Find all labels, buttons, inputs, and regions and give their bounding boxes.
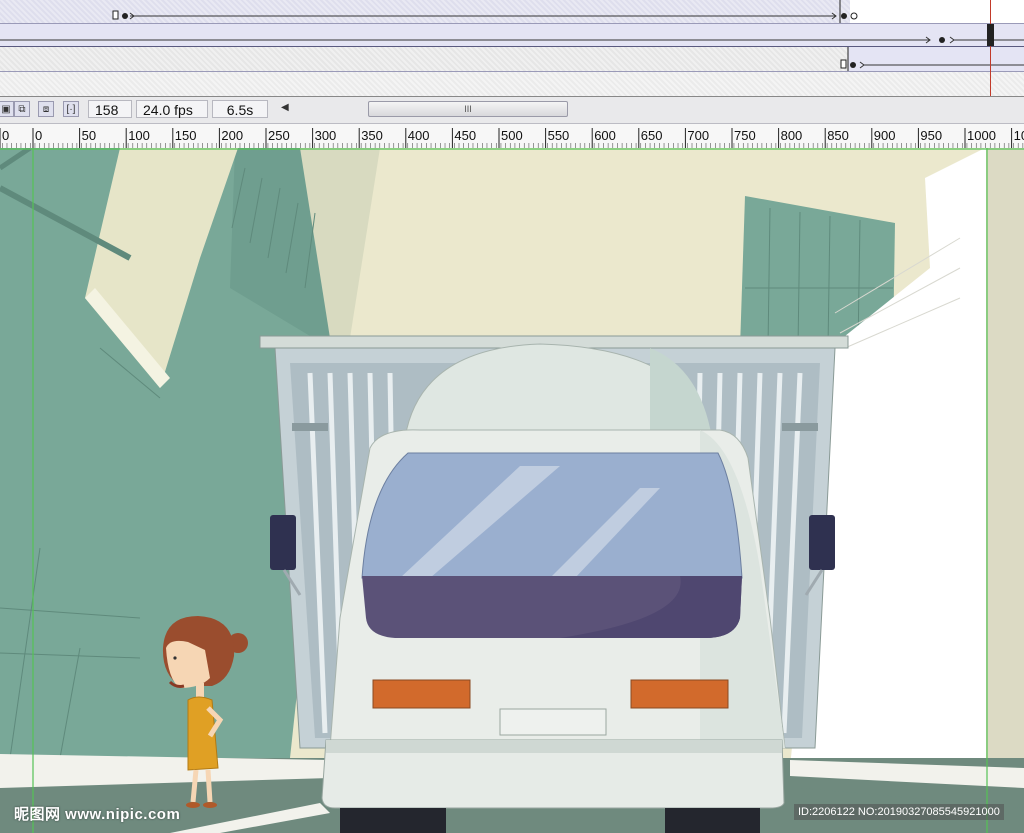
timeline-controls: ▣ ⧉ ⧈ [·] 158 24.0 fps 6.5s ◀ III	[0, 97, 1024, 124]
timeline-layer-4[interactable]	[0, 72, 1024, 97]
copy-icon[interactable]: ⧉	[14, 101, 30, 117]
ruler-tick-label: 0	[35, 128, 42, 143]
ruler-tick-label: 800	[781, 128, 803, 143]
ruler-tick-label: 50	[82, 128, 96, 143]
timeline-layer-2[interactable]	[0, 24, 1024, 47]
scroll-left-icon[interactable]: ◀	[281, 102, 289, 113]
ruler-tick-label: 500	[501, 128, 523, 143]
elapsed-time: 6.5s	[212, 100, 268, 118]
distribute-icon[interactable]: ▣	[0, 101, 14, 117]
ruler-tick-label: 600	[594, 128, 616, 143]
ruler-tick-label: 1000	[967, 128, 996, 143]
ruler-tick-label: 650	[641, 128, 663, 143]
timeline-scrollbar-thumb[interactable]: III	[368, 101, 568, 117]
ruler-tick-label: 700	[687, 128, 709, 143]
ruler-tick-label: 300	[315, 128, 337, 143]
ruler-tick-label: 10	[1014, 128, 1024, 143]
current-frame: 158	[88, 100, 132, 118]
horizontal-ruler: 0 0 50 100 150 200 250 300 350 400 450 500 550 600 650…	[0, 124, 1024, 149]
playhead[interactable]	[990, 0, 991, 96]
ruler-tick-label: 350	[361, 128, 383, 143]
ruler-tick-label: 200	[221, 128, 243, 143]
ruler-tick-label: 100	[128, 128, 150, 143]
ruler-tick-label: 850	[827, 128, 849, 143]
frame-rate: 24.0 fps	[136, 100, 208, 118]
timeline-layer-3[interactable]	[0, 47, 1024, 72]
timeline-layer-1[interactable]	[0, 0, 1024, 24]
ruler-tick-label: 450	[454, 128, 476, 143]
ruler-tick-label: 550	[548, 128, 570, 143]
watermark-id: ID:2206122 NO:20190327085545921000	[794, 804, 1004, 820]
ruler-tick-label: 400	[408, 128, 430, 143]
paste-icon[interactable]: ⧈	[38, 101, 54, 117]
stage-canvas[interactable]	[0, 148, 1024, 833]
timeline-panel	[0, 0, 1024, 97]
ruler-tick-label: 750	[734, 128, 756, 143]
ruler-tick-label: 250	[268, 128, 290, 143]
fit-frame-icon[interactable]: [·]	[63, 101, 79, 117]
watermark-site: 昵图网 www.nipic.com	[14, 806, 181, 823]
ruler-tick-label: 950	[920, 128, 942, 143]
ruler-tick-label: 0	[2, 128, 9, 143]
playhead-handle[interactable]	[987, 24, 994, 46]
ruler-tick-label: 900	[874, 128, 896, 143]
ruler-tick-label: 150	[175, 128, 197, 143]
